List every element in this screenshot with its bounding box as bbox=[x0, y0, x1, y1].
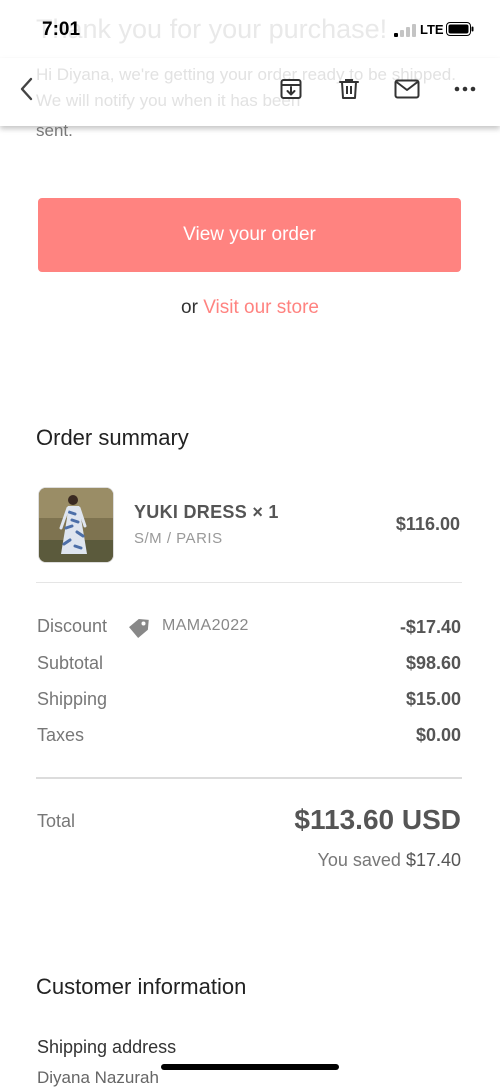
customer-info-heading: Customer information bbox=[36, 974, 247, 999]
order-summary-heading: Order summary bbox=[36, 425, 189, 450]
savings-value: $17.40 bbox=[405, 850, 461, 870]
divider bbox=[36, 777, 462, 779]
delete-button[interactable] bbox=[332, 72, 366, 106]
status-bar: 7:01 LTE bbox=[0, 0, 500, 58]
trash-icon bbox=[339, 79, 359, 99]
mail-toolbar bbox=[0, 58, 500, 126]
taxes-value: $0.00 bbox=[415, 725, 461, 745]
archive-button[interactable] bbox=[274, 72, 308, 106]
discount-label: Discount bbox=[37, 616, 108, 636]
mail-icon bbox=[394, 79, 420, 99]
or-text: or bbox=[181, 297, 198, 318]
taxes-label: Taxes bbox=[37, 725, 85, 745]
item-name: YUKI DRESS × 1 bbox=[134, 502, 279, 522]
store-link-line: or Visit our store bbox=[0, 297, 500, 319]
item-price: $116.00 bbox=[395, 514, 460, 534]
signal-icon bbox=[394, 23, 416, 37]
subtotal-label: Subtotal bbox=[37, 653, 104, 673]
mark-unread-button[interactable] bbox=[390, 72, 424, 106]
more-icon bbox=[454, 86, 476, 92]
chevron-left-icon bbox=[20, 77, 33, 101]
savings-text: You saved bbox=[317, 850, 401, 870]
shipping-label: Shipping bbox=[37, 689, 108, 709]
visit-store-link[interactable]: Visit our store bbox=[203, 297, 319, 318]
savings-line: You saved $17.40 bbox=[318, 850, 462, 871]
discount-value: -$17.40 bbox=[399, 617, 461, 637]
total-value: $113.60 USD bbox=[294, 804, 461, 835]
network-label: LTE bbox=[420, 22, 444, 37]
discount-code: MAMA2022 bbox=[162, 617, 249, 634]
subtotal-value: $98.60 bbox=[405, 653, 461, 673]
item-variant: S/M / PARIS bbox=[134, 530, 223, 547]
customer-name: Diyana Nazurah bbox=[37, 1068, 159, 1087]
email-intro-tail: sent. bbox=[36, 121, 73, 140]
total-label: Total bbox=[37, 811, 76, 831]
more-button[interactable] bbox=[448, 72, 482, 106]
view-order-button[interactable]: View your order bbox=[38, 198, 461, 272]
shipping-value: $15.00 bbox=[405, 689, 461, 709]
product-thumbnail bbox=[38, 487, 114, 563]
archive-icon bbox=[280, 79, 302, 99]
shipping-address-label: Shipping address bbox=[37, 1037, 177, 1057]
home-indicator[interactable] bbox=[161, 1064, 339, 1070]
divider bbox=[36, 582, 462, 583]
back-button[interactable] bbox=[10, 72, 44, 106]
status-time: 7:01 bbox=[42, 19, 81, 40]
battery-icon bbox=[446, 22, 474, 36]
tag-icon bbox=[129, 618, 149, 638]
